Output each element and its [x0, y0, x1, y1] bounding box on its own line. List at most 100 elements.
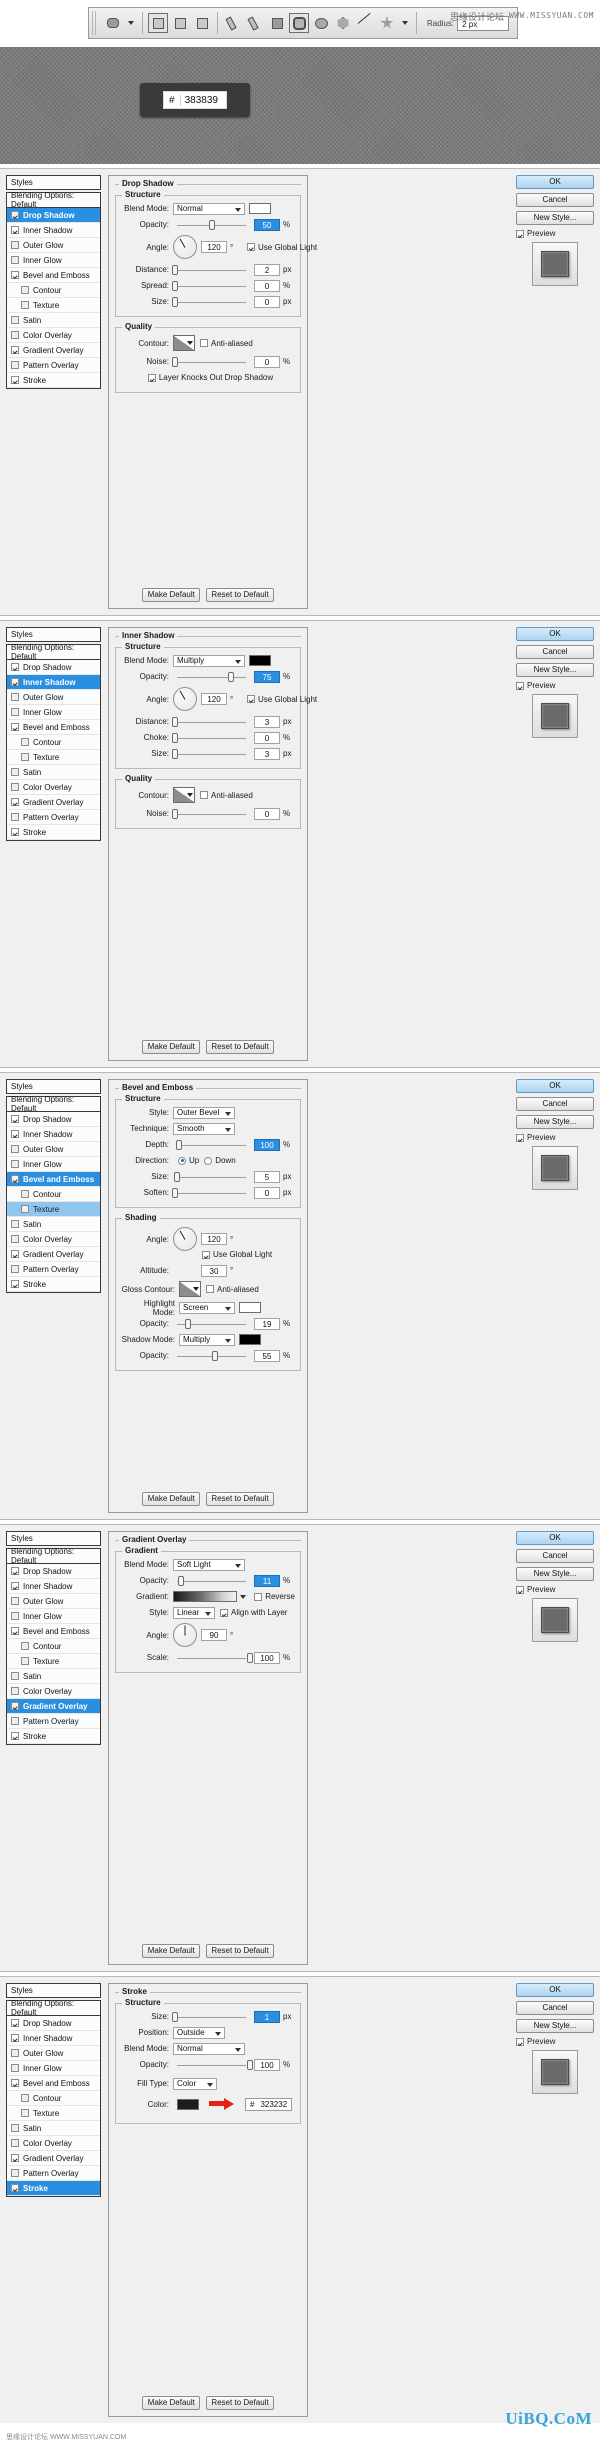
styles-item-checkbox[interactable]	[11, 2124, 19, 2132]
rounded-rectangle-tool-icon[interactable]	[289, 13, 309, 33]
depth-input[interactable]: 100	[254, 1138, 280, 1151]
styles-item-checkbox[interactable]	[11, 1687, 19, 1695]
styles-item-checkbox[interactable]	[11, 241, 19, 249]
styles-item-checkbox[interactable]	[11, 316, 19, 324]
styles-item-inner-shadow[interactable]: Inner Shadow	[7, 1579, 100, 1594]
styles-item-checkbox[interactable]	[11, 693, 19, 701]
gradient-style-select[interactable]: Linear	[173, 1606, 215, 1619]
highlight-color-swatch[interactable]	[239, 1302, 261, 1313]
styles-item-inner-shadow[interactable]: Inner Shadow	[7, 1127, 100, 1142]
angle-dial[interactable]	[173, 235, 197, 259]
line-tool-icon[interactable]	[355, 13, 375, 33]
ellipse-tool-icon[interactable]	[311, 13, 331, 33]
styles-item-checkbox[interactable]	[11, 376, 19, 384]
styles-item-texture[interactable]: Texture	[7, 1202, 100, 1217]
position-select[interactable]: Outside	[173, 2026, 225, 2039]
styles-item-stroke[interactable]: Stroke	[7, 2181, 100, 2196]
styles-item-checkbox[interactable]	[11, 346, 19, 354]
styles-item-checkbox[interactable]	[21, 1190, 29, 1198]
styles-item-outer-glow[interactable]: Outer Glow	[7, 1142, 100, 1157]
angle-input[interactable]: 120	[201, 241, 227, 253]
reset-to-default-button[interactable]: Reset to Default	[206, 1944, 274, 1958]
styles-item-checkbox[interactable]	[21, 2094, 29, 2102]
noise-slider[interactable]	[171, 808, 250, 820]
size-input[interactable]: 5	[254, 1170, 280, 1183]
styles-item-outer-glow[interactable]: Outer Glow	[7, 690, 100, 705]
anti-aliased-checkbox[interactable]	[200, 339, 208, 347]
reverse[interactable]: Reverse	[254, 1592, 295, 1601]
styles-item-checkbox[interactable]	[21, 738, 29, 746]
styles-item-bevel-and-emboss[interactable]: Bevel and Emboss	[7, 1172, 100, 1187]
distance-slider[interactable]	[172, 716, 250, 728]
blend-mode-select[interactable]: Normal	[173, 202, 245, 215]
anti-aliased-checkbox[interactable]	[200, 791, 208, 799]
blend-color-swatch[interactable]	[249, 203, 271, 214]
styles-item-drop-shadow[interactable]: Drop Shadow	[7, 1112, 100, 1127]
styles-item-texture[interactable]: Texture	[7, 298, 100, 313]
styles-item-checkbox[interactable]	[21, 1205, 29, 1213]
preview-checkbox-row[interactable]: Preview	[516, 229, 594, 238]
make-default-button[interactable]: Make Default	[142, 1944, 201, 1958]
preview-checkbox-row[interactable]: Preview	[516, 1133, 594, 1142]
new-style-button[interactable]: New Style...	[516, 211, 594, 225]
stroke-hex-value[interactable]: 323232	[260, 2100, 287, 2109]
new-style-button[interactable]: New Style...	[516, 1567, 594, 1581]
shape-layers-icon[interactable]	[148, 13, 168, 33]
opacity-input[interactable]: 100	[254, 2058, 280, 2071]
styles-item-checkbox[interactable]	[11, 1145, 19, 1153]
spread-input[interactable]: 0	[254, 279, 280, 292]
distance-slider[interactable]	[172, 264, 250, 276]
styles-item-color-overlay[interactable]: Color Overlay	[7, 1684, 100, 1699]
styles-item-drop-shadow[interactable]: Drop Shadow	[7, 660, 100, 675]
altitude-input[interactable]: 30	[201, 1264, 227, 1277]
highlight-mode-select[interactable]: Screen	[179, 1301, 235, 1314]
styles-item-blending-options[interactable]: Blending Options: Default	[7, 1999, 100, 2017]
ok-button[interactable]: OK	[516, 1531, 594, 1545]
styles-item-checkbox[interactable]	[11, 1235, 19, 1243]
styles-item-checkbox[interactable]	[11, 2079, 19, 2087]
fill-type-select[interactable]: Color	[173, 2077, 217, 2090]
direction-down[interactable]: Down	[204, 1156, 236, 1165]
size-slider[interactable]	[173, 1171, 250, 1183]
preview-checkbox[interactable]	[516, 1133, 524, 1142]
styles-item-inner-glow[interactable]: Inner Glow	[7, 1157, 100, 1172]
angle-input[interactable]: 120	[201, 693, 227, 705]
use-global-light[interactable]: Use Global Light	[247, 243, 317, 252]
styles-item-gradient-overlay[interactable]: Gradient Overlay	[7, 1699, 100, 1714]
size-slider[interactable]	[171, 296, 250, 308]
styles-item-satin[interactable]: Satin	[7, 1217, 100, 1232]
styles-item-color-overlay[interactable]: Color Overlay	[7, 2136, 100, 2151]
styles-item-contour[interactable]: Contour	[7, 1187, 100, 1202]
styles-item-checkbox[interactable]	[11, 2139, 19, 2147]
anti-aliased[interactable]: Anti-aliased	[200, 791, 253, 800]
styles-item-bevel-and-emboss[interactable]: Bevel and Emboss	[7, 1624, 100, 1639]
styles-item-contour[interactable]: Contour	[7, 283, 100, 298]
shadow-opacity-slider[interactable]	[173, 1350, 250, 1362]
styles-item-inner-shadow[interactable]: Inner Shadow	[7, 675, 100, 690]
cancel-button[interactable]: Cancel	[516, 645, 594, 659]
contour-preview[interactable]	[173, 335, 195, 351]
size-slider[interactable]	[172, 748, 250, 760]
styles-item-checkbox[interactable]	[11, 2184, 19, 2192]
blend-mode-select[interactable]: Multiply	[173, 654, 245, 667]
styles-item-stroke[interactable]: Stroke	[7, 825, 100, 840]
preview-checkbox-row[interactable]: Preview	[516, 2037, 594, 2046]
styles-item-outer-glow[interactable]: Outer Glow	[7, 238, 100, 253]
cancel-button[interactable]: Cancel	[516, 1549, 594, 1563]
preview-checkbox-row[interactable]: Preview	[516, 681, 594, 690]
styles-item-blending-options[interactable]: Blending Options: Default	[7, 1095, 100, 1113]
styles-item-checkbox[interactable]	[21, 753, 29, 761]
reset-to-default-button[interactable]: Reset to Default	[206, 588, 274, 602]
gradient-preview[interactable]	[173, 1591, 247, 1602]
styles-item-checkbox[interactable]	[11, 798, 19, 806]
styles-item-checkbox[interactable]	[21, 1657, 29, 1665]
styles-item-checkbox[interactable]	[11, 1597, 19, 1605]
styles-item-checkbox[interactable]	[11, 768, 19, 776]
preview-checkbox-row[interactable]: Preview	[516, 1585, 594, 1594]
fill-pixels-icon[interactable]	[192, 13, 212, 33]
styles-item-checkbox[interactable]	[11, 226, 19, 234]
new-style-button[interactable]: New Style...	[516, 2019, 594, 2033]
reset-to-default-button[interactable]: Reset to Default	[206, 1040, 274, 1054]
styles-item-inner-glow[interactable]: Inner Glow	[7, 253, 100, 268]
styles-item-checkbox[interactable]	[11, 1732, 19, 1740]
